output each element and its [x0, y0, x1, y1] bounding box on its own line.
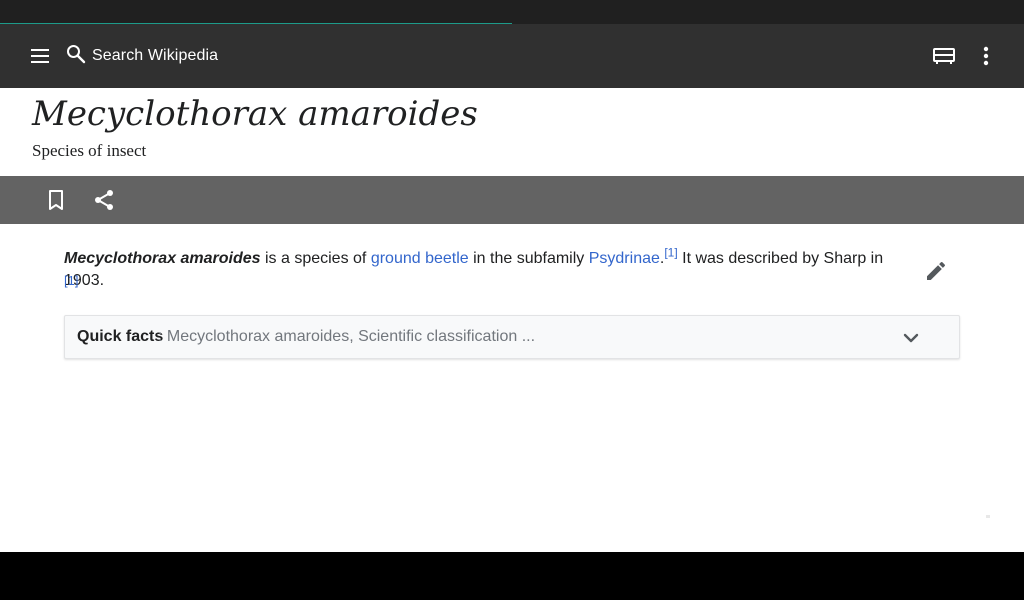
reference-link[interactable]: [1] [664, 246, 677, 260]
search-placeholder: Search Wikipedia [92, 47, 219, 64]
lead-text: is a species of [260, 250, 371, 267]
article-page: Mecyclothorax amaroides Species of insec… [0, 88, 1024, 552]
search-icon [64, 42, 88, 71]
link-ground-beetle[interactable]: ground beetle [371, 250, 469, 267]
reference-line: [1] [64, 273, 78, 288]
lead-bold-name: Mecyclothorax amaroides [64, 250, 261, 267]
hamburger-menu-icon[interactable] [26, 44, 54, 68]
status-bar [0, 0, 1024, 24]
article-action-bar [0, 176, 1024, 224]
link-psydrinae[interactable]: Psydrinae [589, 250, 660, 267]
top-toolbar: Search Wikipedia [0, 24, 1024, 88]
chevron-down-icon [899, 326, 923, 350]
system-navigation-bar [0, 552, 1024, 600]
quick-facts-description: : Mecyclothorax amaroides, Scientific cl… [158, 328, 536, 345]
article-title: Mecyclothorax amaroides [32, 94, 478, 134]
quick-facts-box[interactable]: Quick facts : Mecyclothorax amaroides, S… [64, 315, 960, 359]
scroll-indicator [986, 515, 990, 518]
article-description: Species of insect [32, 141, 147, 160]
share-icon[interactable] [92, 188, 116, 212]
search-bar[interactable]: Search Wikipedia [64, 40, 464, 72]
lead-text: in the subfamily [468, 250, 589, 267]
reading-lists-icon[interactable] [930, 42, 958, 70]
article-lead-paragraph: Mecyclothorax amaroides is a species of … [64, 246, 916, 292]
quick-facts-label: Quick facts [77, 328, 164, 345]
pencil-edit-icon[interactable] [924, 259, 948, 283]
more-vert-icon[interactable] [974, 42, 998, 70]
reference-link[interactable]: [1] [64, 273, 78, 288]
bookmark-icon[interactable] [44, 188, 68, 212]
